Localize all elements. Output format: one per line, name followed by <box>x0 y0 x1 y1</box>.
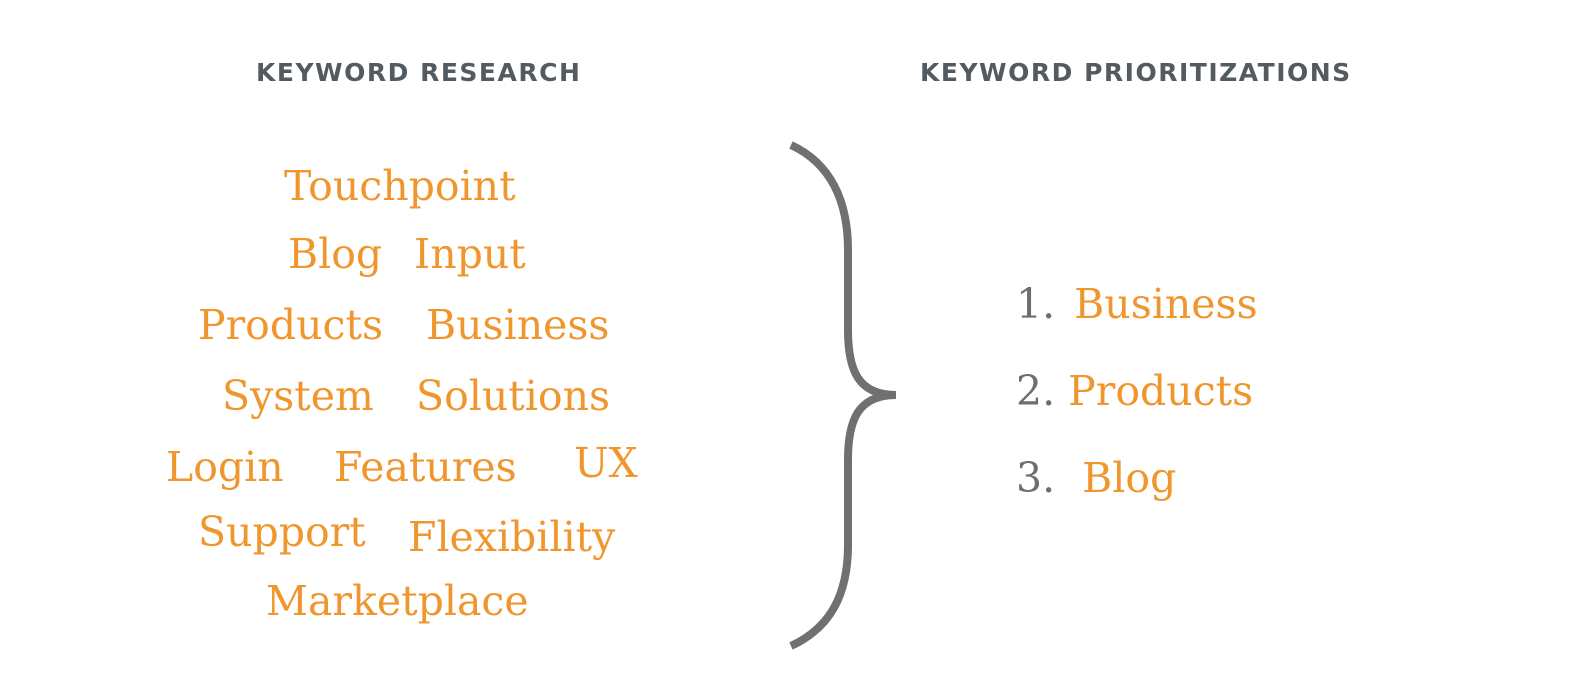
priority-number: 3. <box>1016 454 1056 502</box>
priority-item: 2. Products <box>1016 371 1253 412</box>
priority-item: 1. Business <box>1016 284 1258 325</box>
priority-number: 1. <box>1016 280 1056 328</box>
priority-keyword: Blog <box>1082 454 1177 502</box>
curly-brace-icon <box>789 141 897 650</box>
priority-keyword: Products <box>1068 367 1254 415</box>
priority-keyword: Business <box>1074 280 1258 328</box>
priority-item: 3. Blog <box>1016 458 1176 499</box>
brace-path <box>789 141 897 650</box>
priority-number: 2. <box>1016 367 1056 415</box>
